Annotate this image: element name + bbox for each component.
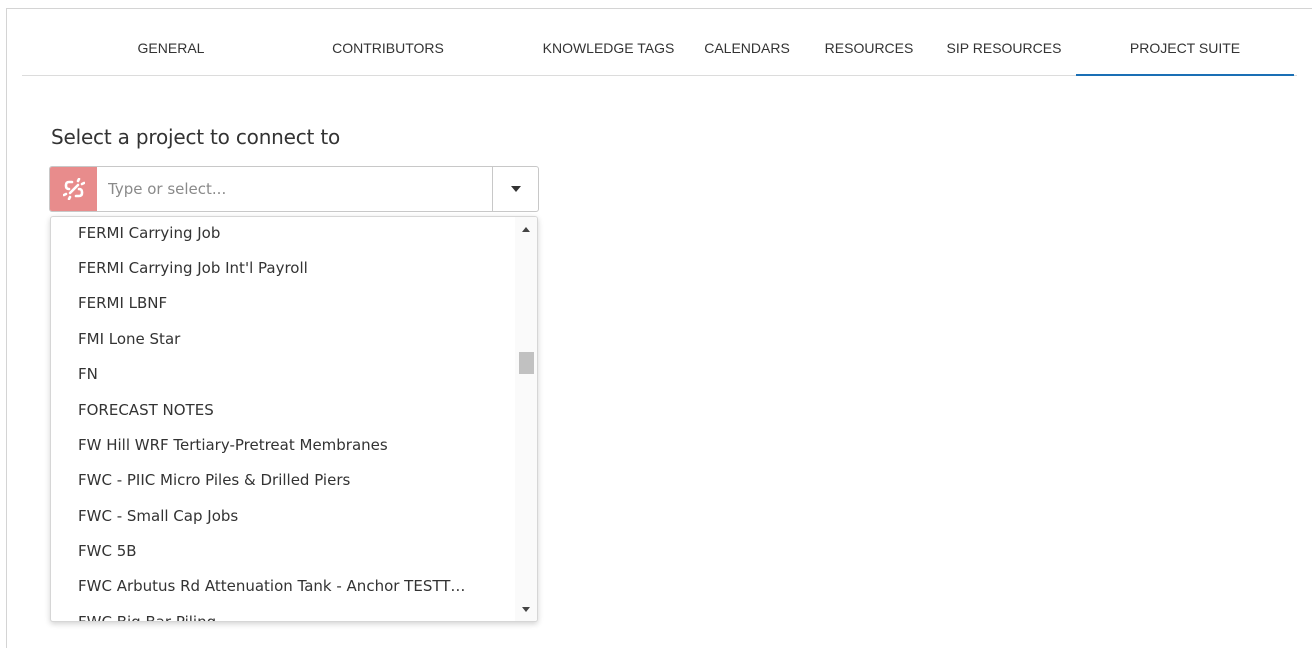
scrollbar-thumb[interactable] — [519, 352, 534, 374]
tab-calendars[interactable]: CALENDARS — [700, 27, 794, 75]
select-project-heading: Select a project to connect to — [51, 125, 341, 149]
project-options-list: FERMI Carrying Job FERMI Carrying Job In… — [50, 216, 538, 622]
tab-general[interactable]: GENERAL — [134, 27, 208, 75]
list-item[interactable]: FWC - Small Cap Jobs — [78, 500, 508, 536]
tab-project-suite[interactable]: PROJECT SUITE — [1076, 27, 1294, 76]
list-item[interactable]: FERMI Carrying Job Int'l Payroll — [78, 252, 508, 288]
tab-knowledge-tags[interactable]: KNOWLEDGE TAGS — [536, 27, 681, 75]
tab-resources[interactable]: RESOURCES — [822, 27, 916, 75]
scroll-up-button[interactable] — [515, 219, 537, 239]
list-item[interactable]: FWC Arbutus Rd Attenuation Tank - Anchor… — [78, 570, 508, 606]
tab-sip-resources[interactable]: SIP RESOURCES — [942, 27, 1066, 75]
caret-up-icon — [522, 226, 530, 232]
list-item[interactable]: FMI Lone Star — [78, 323, 508, 359]
list-item[interactable]: FERMI LBNF — [78, 287, 508, 323]
dropdown-toggle-button[interactable] — [492, 167, 538, 211]
dropdown-scrollbar[interactable] — [515, 217, 537, 621]
tab-bar: GENERAL CONTRIBUTORS KNOWLEDGE TAGS CALE… — [22, 27, 1297, 76]
list-item[interactable]: FORECAST NOTES — [78, 394, 508, 430]
project-combobox[interactable] — [49, 166, 539, 212]
broken-link-icon — [50, 167, 97, 211]
tab-contributors[interactable]: CONTRIBUTORS — [325, 27, 451, 75]
project-search-input[interactable] — [108, 177, 488, 201]
caret-down-icon — [522, 606, 530, 612]
scroll-down-button[interactable] — [515, 599, 537, 619]
list-item[interactable]: FWC 5B — [78, 535, 508, 571]
list-item[interactable]: FWC Big Bar Piling — [78, 606, 508, 621]
list-item[interactable]: FERMI Carrying Job — [78, 217, 508, 253]
list-item[interactable]: FWC - PIIC Micro Piles & Drilled Piers — [78, 464, 508, 500]
list-item[interactable]: FW Hill WRF Tertiary-Pretreat Membranes — [78, 429, 508, 465]
list-item[interactable]: FN — [78, 358, 508, 394]
caret-down-icon — [510, 186, 521, 192]
